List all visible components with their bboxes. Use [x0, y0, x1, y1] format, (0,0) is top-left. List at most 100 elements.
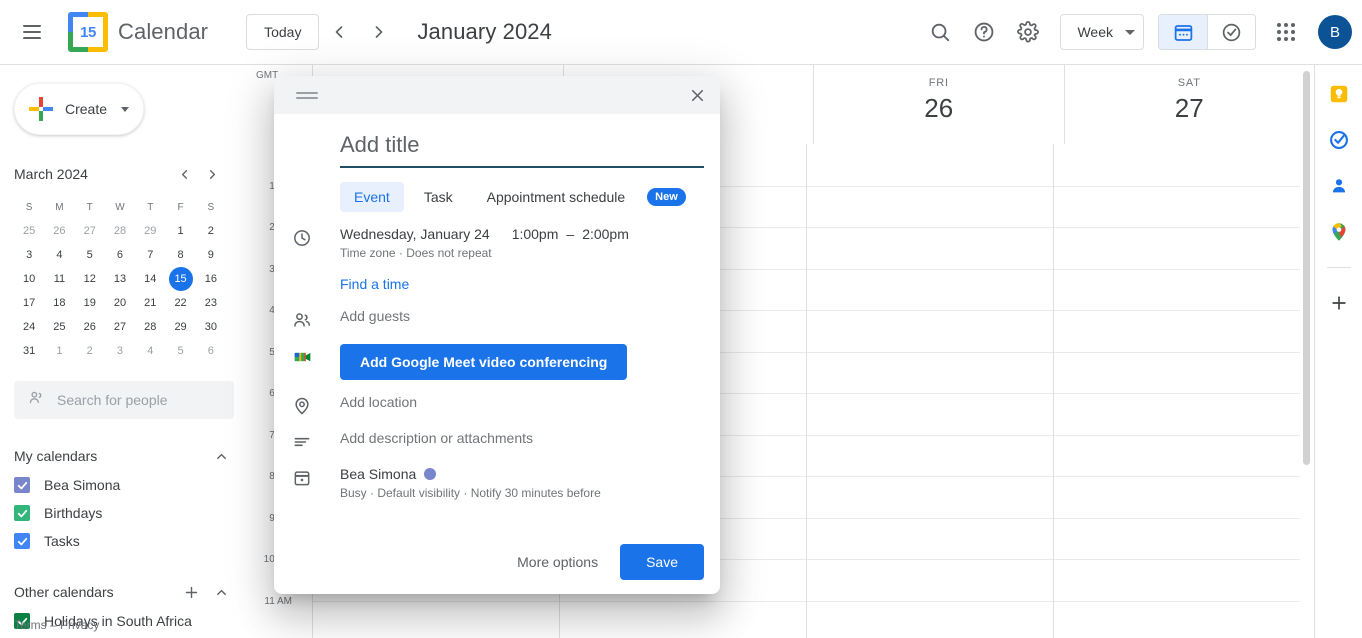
mini-calendar-day[interactable]: 31 [14, 339, 44, 363]
mini-calendar-day[interactable]: 10 [14, 267, 44, 291]
mini-calendar-day[interactable]: 22 [165, 291, 195, 315]
tasks-view-toggle[interactable] [1207, 15, 1255, 49]
my-calendars-header[interactable]: My calendars [14, 441, 234, 471]
mini-calendar-day[interactable]: 25 [44, 315, 74, 339]
event-datetime[interactable]: Wednesday, January 24 1:00pm – 2:00pm [340, 226, 702, 242]
checkbox-checked-icon[interactable] [14, 533, 30, 549]
calendar-logo[interactable]: 15 Calendar [68, 12, 208, 52]
mini-calendar-day[interactable]: 27 [105, 315, 135, 339]
calendar-view-toggle[interactable] [1159, 15, 1207, 49]
add-other-calendar-icon[interactable] [178, 579, 204, 605]
mini-calendar-day[interactable]: 21 [135, 291, 165, 315]
mini-calendar-day[interactable]: 28 [135, 315, 165, 339]
mini-calendar-day[interactable]: 16 [196, 267, 226, 291]
mini-calendar-day[interactable]: 19 [75, 291, 105, 315]
search-people-input[interactable] [57, 392, 187, 408]
previous-period-button[interactable] [319, 12, 359, 52]
mini-calendar-day[interactable]: 13 [105, 267, 135, 291]
event-start-time[interactable]: 1:00pm [512, 226, 559, 242]
add-description-field[interactable]: Add description or attachments [340, 430, 702, 446]
mini-calendar-day[interactable]: 23 [196, 291, 226, 315]
my-calendar-item[interactable]: Bea Simona [14, 471, 234, 499]
maps-icon[interactable] [1324, 217, 1354, 247]
mini-calendar-day[interactable]: 11 [44, 267, 74, 291]
add-location-field[interactable]: Add location [340, 394, 702, 410]
owner-settings[interactable]: Busy · Default visibility · Notify 30 mi… [340, 486, 702, 500]
terms-link[interactable]: Terms [14, 618, 47, 632]
chevron-up-icon[interactable] [208, 443, 234, 469]
mini-calendar-day[interactable]: 5 [75, 243, 105, 267]
dialog-tab-appointment-schedule[interactable]: Appointment schedule [473, 182, 640, 212]
mini-calendar-day[interactable]: 4 [44, 243, 74, 267]
mini-calendar-day[interactable]: 9 [196, 243, 226, 267]
contacts-icon[interactable] [1324, 171, 1354, 201]
mini-calendar-day[interactable]: 4 [135, 339, 165, 363]
mini-calendar-day[interactable]: 17 [14, 291, 44, 315]
tasks-icon[interactable] [1324, 125, 1354, 155]
mini-calendar-day[interactable]: 5 [165, 339, 195, 363]
more-options-button[interactable]: More options [505, 545, 610, 579]
avatar[interactable]: B [1318, 15, 1352, 49]
today-button[interactable]: Today [246, 14, 320, 50]
chevron-up-icon[interactable] [208, 579, 234, 605]
event-date[interactable]: Wednesday, January 24 [340, 226, 490, 242]
keep-icon[interactable] [1324, 79, 1354, 109]
mini-calendar-day[interactable]: 30 [196, 315, 226, 339]
search-for-people[interactable] [14, 381, 234, 419]
mini-calendar-day[interactable]: 8 [165, 243, 195, 267]
timezone-repeat-info[interactable]: Time zone · Does not repeat [340, 246, 702, 260]
checkbox-checked-icon[interactable] [14, 505, 30, 521]
mini-calendar-day[interactable]: 15 [165, 267, 195, 291]
close-icon[interactable] [682, 80, 712, 110]
day-header-number[interactable]: 26 [924, 93, 953, 124]
event-end-time[interactable]: 2:00pm [582, 226, 629, 242]
dialog-tab-task[interactable]: Task [410, 182, 467, 212]
mini-calendar-day[interactable]: 24 [14, 315, 44, 339]
mini-calendar-prev-button[interactable] [170, 160, 198, 188]
mini-calendar-day[interactable]: 29 [165, 315, 195, 339]
event-title-input[interactable] [340, 128, 704, 168]
mini-calendar-day[interactable]: 3 [14, 243, 44, 267]
save-button[interactable]: Save [620, 544, 704, 580]
hamburger-icon[interactable] [8, 8, 56, 56]
help-icon[interactable] [962, 10, 1006, 54]
add-addon-icon[interactable] [1324, 288, 1354, 318]
mini-calendar-day[interactable]: 6 [196, 339, 226, 363]
mini-calendar-day[interactable]: 7 [135, 243, 165, 267]
create-button[interactable]: Create [14, 83, 144, 135]
dialog-tab-event[interactable]: Event [340, 182, 404, 212]
day-header-number[interactable]: 27 [1175, 93, 1204, 124]
mini-calendar-day[interactable]: 26 [75, 315, 105, 339]
find-a-time-link[interactable]: Find a time [340, 276, 409, 292]
add-google-meet-button[interactable]: Add Google Meet video conferencing [340, 344, 628, 380]
mini-calendar-day[interactable]: 2 [196, 219, 226, 243]
mini-calendar-day[interactable]: 20 [105, 291, 135, 315]
next-period-button[interactable] [359, 12, 399, 52]
my-calendar-item[interactable]: Birthdays [14, 499, 234, 527]
day-header[interactable]: SAT 27 [1063, 65, 1315, 144]
mini-calendar-day[interactable]: 29 [135, 219, 165, 243]
mini-calendar-day[interactable]: 14 [135, 267, 165, 291]
mini-calendar-day[interactable]: 27 [75, 219, 105, 243]
add-guests-field[interactable]: Add guests [340, 308, 702, 324]
mini-calendar-day[interactable]: 1 [44, 339, 74, 363]
mini-calendar-day[interactable]: 26 [44, 219, 74, 243]
mini-calendar-day[interactable]: 12 [75, 267, 105, 291]
apps-grid-icon[interactable] [1264, 10, 1308, 54]
grid-scrollbar[interactable] [1303, 71, 1310, 465]
mini-calendar-day[interactable]: 2 [75, 339, 105, 363]
privacy-link[interactable]: Privacy [60, 618, 99, 632]
drag-handle-icon[interactable] [296, 88, 318, 102]
my-calendar-item[interactable]: Tasks [14, 527, 234, 555]
other-calendars-header[interactable]: Other calendars [14, 577, 234, 607]
mini-calendar-day[interactable]: 18 [44, 291, 74, 315]
mini-calendar-next-button[interactable] [198, 160, 226, 188]
search-icon[interactable] [918, 10, 962, 54]
checkbox-checked-icon[interactable] [14, 477, 30, 493]
gear-icon[interactable] [1006, 10, 1050, 54]
view-selector[interactable]: Week [1060, 14, 1144, 50]
mini-calendar-day[interactable]: 25 [14, 219, 44, 243]
day-header[interactable]: FRI 26 [813, 65, 1064, 144]
mini-calendar-day[interactable]: 1 [165, 219, 195, 243]
mini-calendar-day[interactable]: 28 [105, 219, 135, 243]
